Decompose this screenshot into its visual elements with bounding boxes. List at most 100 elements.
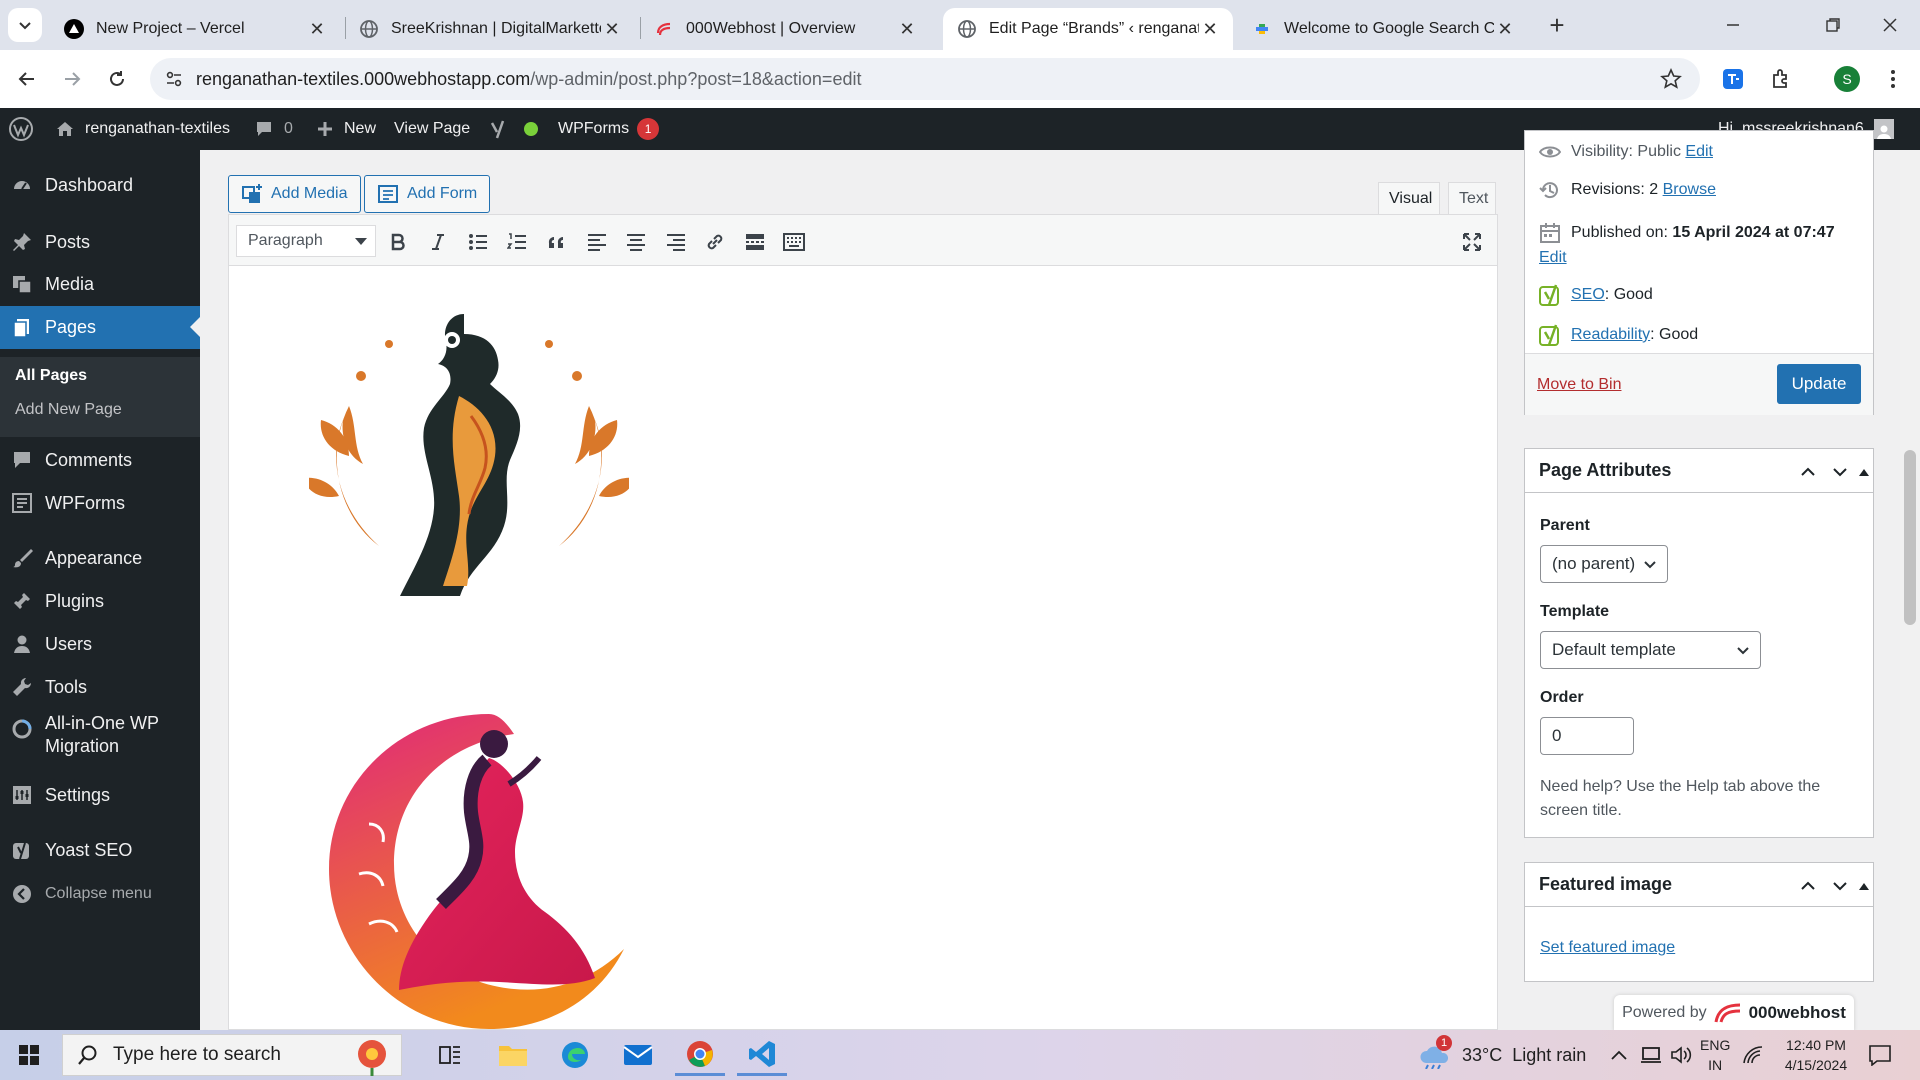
editor-content[interactable] [228,266,1498,1030]
sidebar-item-plugins[interactable]: Plugins [0,583,200,619]
sidebar-item-all-in-one-migration[interactable]: All-in-One WP Migration [0,712,200,768]
scrollbar-thumb[interactable] [1904,450,1916,625]
wpforms-adminbar-link[interactable]: WPForms 1 [558,108,660,150]
format-select[interactable]: Paragraph [236,225,376,257]
move-down-button[interactable] [1827,459,1853,485]
taskbar-vscode[interactable] [737,1034,787,1076]
browser-tab-vercel[interactable]: New Project – Vercel ✕ [50,8,340,50]
clock[interactable]: 12:40 PM 4/15/2024 [1778,1030,1854,1080]
italic-button[interactable] [423,227,453,257]
taskbar-chrome[interactable] [675,1034,725,1076]
new-content-link[interactable]: New [316,108,376,150]
order-input[interactable] [1540,717,1634,755]
back-button[interactable] [10,62,44,96]
profile-button[interactable]: S [1830,62,1864,96]
tab-close-icon[interactable]: ✕ [896,19,918,40]
minimize-button[interactable] [1700,0,1766,50]
address-bar[interactable]: renganathan-textiles.000webhostapp.com/w… [150,58,1700,100]
extension-translate-button[interactable] [1716,62,1750,96]
wp-logo-button[interactable] [8,108,34,150]
toggle-panel-button[interactable] [1851,459,1877,485]
start-button[interactable] [4,1034,54,1076]
view-page-link[interactable]: View Page [394,108,470,150]
align-right-button[interactable] [661,227,691,257]
sidebar-item-appearance[interactable]: Appearance [0,540,200,576]
sidebar-item-tools[interactable]: Tools [0,669,200,705]
submenu-add-new-page[interactable]: Add New Page [15,401,122,419]
sidebar-item-users[interactable]: Users [0,626,200,662]
site-info-icon[interactable] [164,69,184,89]
submenu-all-pages[interactable]: All Pages [15,367,87,385]
input-language-button[interactable]: ENG IN [1700,1030,1730,1080]
yoast-adminbar-button[interactable] [488,108,538,150]
tab-text[interactable]: Text [1448,182,1496,214]
browser-tab-000webhost[interactable]: 000Webhost | Overview ✕ [640,8,930,50]
weather-widget[interactable]: 1 33°C Light rain [1418,1030,1586,1080]
move-down-button[interactable] [1827,873,1853,899]
bullet-list-button[interactable] [463,227,493,257]
move-up-button[interactable] [1795,873,1821,899]
parent-select[interactable]: (no parent) [1540,545,1668,583]
readability-link[interactable]: Readability [1571,326,1650,344]
comments-link[interactable]: 0 [254,108,293,150]
blockquote-button[interactable] [542,227,572,257]
sidebar-item-posts[interactable]: Posts [0,224,200,260]
toolbar-toggle-button[interactable] [779,227,809,257]
browser-tab-sreekrishnan[interactable]: SreeKrishnan | DigitalMarketter ✕ [345,8,635,50]
browser-tab-edit-page[interactable]: Edit Page “Brands” ‹ renganathan-textile… [943,8,1233,50]
tab-close-icon[interactable]: ✕ [601,19,623,40]
published-edit-link[interactable]: Edit [1539,249,1567,267]
reload-button[interactable] [100,62,134,96]
extensions-button[interactable] [1764,62,1798,96]
align-center-button[interactable] [621,227,651,257]
taskbar-search[interactable]: Type here to search [62,1034,402,1076]
page-scrollbar[interactable] [1900,150,1920,1030]
collapse-menu-button[interactable]: Collapse menu [0,876,200,912]
read-more-button[interactable] [740,227,770,257]
new-tab-button[interactable]: + [1540,8,1574,42]
insert-link-button[interactable] [700,227,730,257]
sidebar-item-wpforms[interactable]: WPForms [0,485,200,521]
chrome-menu-button[interactable] [1876,62,1910,96]
star-icon[interactable] [1660,68,1682,90]
tab-close-icon[interactable]: ✕ [1494,19,1516,40]
browser-tab-search-console[interactable]: Welcome to Google Search Console ✕ [1238,8,1528,50]
brand-logo-image[interactable] [309,296,629,606]
bold-button[interactable] [383,227,413,257]
sidebar-item-comments[interactable]: Comments [0,442,200,478]
meet-now-button[interactable] [1640,1030,1662,1080]
add-form-button[interactable]: Add Form [364,175,491,213]
align-left-button[interactable] [582,227,612,257]
sidebar-item-settings[interactable]: Settings [0,777,200,813]
sidebar-item-dashboard[interactable]: Dashboard [0,167,200,203]
taskbar-file-explorer[interactable] [488,1034,538,1076]
update-button[interactable]: Update [1777,364,1861,404]
visibility-edit-link[interactable]: Edit [1685,143,1713,161]
task-view-button[interactable] [425,1034,475,1076]
numbered-list-button[interactable] [502,227,532,257]
tab-close-icon[interactable]: ✕ [1199,19,1221,40]
powered-by-badge[interactable]: Powered by 000webhost [1614,995,1854,1031]
brand-logo-image[interactable] [309,704,629,1034]
sidebar-item-yoast-seo[interactable]: Yoast SEO [0,832,200,868]
restore-button[interactable] [1800,0,1866,50]
forward-button[interactable] [55,62,89,96]
sidebar-item-pages[interactable]: Pages [0,306,200,349]
close-window-button[interactable] [1860,0,1920,50]
seo-link[interactable]: SEO [1571,286,1605,304]
taskbar-edge[interactable] [550,1034,600,1076]
sidebar-item-media[interactable]: Media [0,266,200,302]
toggle-panel-button[interactable] [1851,873,1877,899]
tab-search-button[interactable] [8,8,42,42]
taskbar-mail[interactable] [613,1034,663,1076]
tab-visual[interactable]: Visual [1378,182,1440,214]
network-button[interactable] [1742,1030,1764,1080]
tab-close-icon[interactable]: ✕ [306,19,328,40]
site-name-link[interactable]: renganathan-textiles [55,108,230,150]
move-up-button[interactable] [1795,459,1821,485]
set-featured-image-link[interactable]: Set featured image [1540,939,1675,957]
show-hidden-icons-button[interactable] [1610,1030,1628,1080]
add-media-button[interactable]: Add Media [228,175,361,213]
move-to-bin-link[interactable]: Move to Bin [1537,376,1621,394]
fullscreen-button[interactable] [1457,227,1487,257]
